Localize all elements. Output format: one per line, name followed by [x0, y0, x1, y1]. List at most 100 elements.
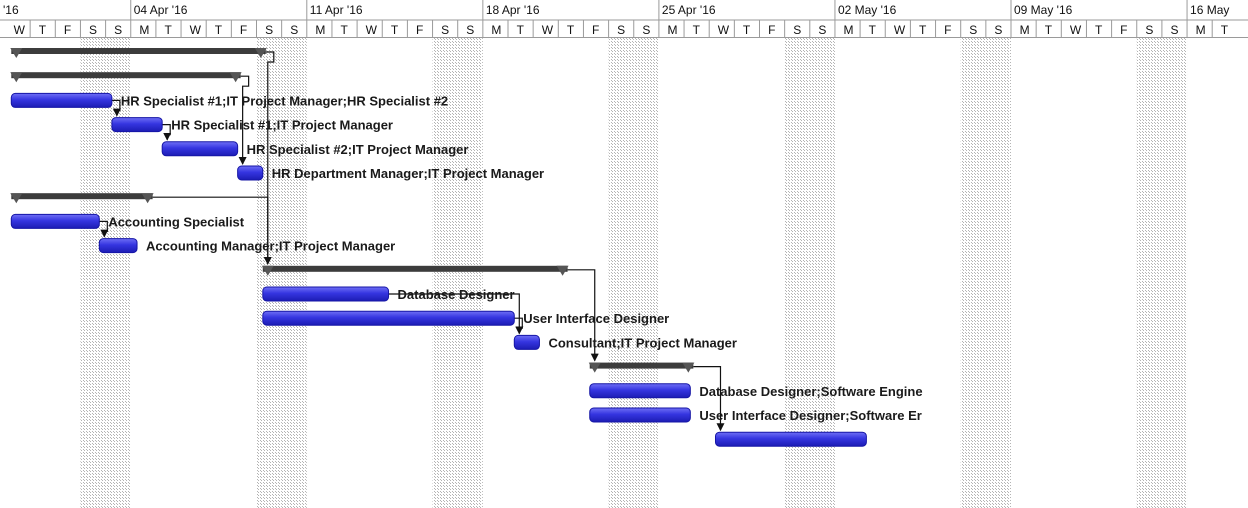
resource-label: Database Designer;Software Engine — [699, 384, 922, 399]
day-label: M — [1196, 23, 1206, 37]
day-label: T — [517, 23, 525, 37]
day-label: S — [265, 23, 273, 37]
nonworking-day-column — [105, 38, 131, 508]
day-label: S — [441, 23, 449, 37]
day-label: T — [743, 23, 751, 37]
task-bar[interactable] — [111, 117, 163, 133]
task-bar[interactable] — [161, 141, 239, 157]
dependency-link — [162, 124, 172, 141]
day-label: F — [592, 23, 599, 37]
day-label: T — [567, 23, 575, 37]
gantt-canvas[interactable]: '16 04 Apr '16 11 Apr '16 18 Apr '16 25 Apr … — [0, 0, 1248, 508]
day-label: M — [139, 23, 149, 37]
day-label: T — [693, 23, 701, 37]
nonworking-day-column — [432, 38, 458, 508]
day-label: S — [89, 23, 97, 37]
resource-label: Accounting Manager;IT Project Manager — [146, 239, 395, 254]
day-label: S — [994, 23, 1002, 37]
nonworking-day-column — [985, 38, 1011, 508]
task-bar[interactable] — [10, 213, 100, 229]
task-bar[interactable] — [10, 92, 113, 108]
nonworking-day-column — [960, 38, 986, 508]
nonworking-days-layer — [80, 38, 1188, 508]
day-label: T — [341, 23, 349, 37]
gantt-chart-view[interactable]: '16 04 Apr '16 11 Apr '16 18 Apr '16 25 Apr … — [0, 0, 1248, 508]
resource-label: User Interface Designer;Software Er — [699, 408, 922, 423]
day-label: S — [466, 23, 474, 37]
summary-bar[interactable] — [262, 265, 568, 272]
day-label: W — [894, 23, 906, 37]
week-label: '16 — [3, 3, 19, 17]
day-label: W — [1070, 23, 1082, 37]
nonworking-day-column — [1136, 38, 1162, 508]
summary-bar[interactable] — [11, 72, 241, 79]
task-bar[interactable] — [589, 407, 691, 423]
nonworking-day-column — [457, 38, 483, 508]
summary-bar[interactable] — [11, 48, 266, 54]
day-label: W — [366, 23, 378, 37]
week-label: 25 Apr '16 — [662, 3, 716, 17]
day-label: M — [667, 23, 677, 37]
nonworking-day-column — [633, 38, 659, 508]
day-label: F — [768, 23, 775, 37]
resource-label: HR Specialist #2;IT Project Manager — [247, 142, 469, 157]
nonworking-day-column — [608, 38, 634, 508]
day-label: S — [1145, 23, 1153, 37]
day-label: F — [1120, 23, 1127, 37]
day-label: T — [1221, 23, 1229, 37]
day-label: S — [969, 23, 977, 37]
day-label: T — [215, 23, 223, 37]
day-label: S — [818, 23, 826, 37]
day-label: M — [1020, 23, 1030, 37]
day-label: S — [642, 23, 650, 37]
day-label: T — [1045, 23, 1053, 37]
task-bar[interactable] — [262, 286, 390, 302]
resource-label: HR Specialist #1;IT Project Manager — [171, 118, 393, 133]
week-label: 18 Apr '16 — [486, 3, 540, 17]
nonworking-day-column — [80, 38, 106, 508]
day-label: M — [315, 23, 325, 37]
day-label: S — [617, 23, 625, 37]
day-label: F — [416, 23, 423, 37]
dependency-link — [514, 317, 524, 335]
day-label: F — [64, 23, 71, 37]
day-label: M — [491, 23, 501, 37]
summary-bar[interactable] — [589, 362, 694, 369]
week-label: 02 May '16 — [838, 3, 897, 17]
nonworking-day-column — [281, 38, 307, 508]
task-bar[interactable] — [714, 431, 867, 447]
task-bar[interactable] — [98, 238, 138, 254]
day-label: T — [1095, 23, 1103, 37]
resource-label: HR Specialist #1;IT Project Manager;HR S… — [121, 93, 448, 108]
task-bar[interactable] — [262, 310, 515, 326]
day-label: S — [793, 23, 801, 37]
dependency-link — [152, 196, 272, 265]
resource-label: HR Department Manager;IT Project Manager — [272, 166, 544, 181]
day-label: W — [14, 23, 26, 37]
resource-label: User Interface Designer — [523, 311, 669, 326]
day-label: T — [391, 23, 399, 37]
day-label: S — [1170, 23, 1178, 37]
task-bar[interactable] — [589, 383, 691, 399]
day-label: W — [190, 23, 202, 37]
day-label: T — [39, 23, 47, 37]
day-label: F — [240, 23, 247, 37]
day-label: W — [718, 23, 730, 37]
day-label: T — [919, 23, 927, 37]
day-label: T — [869, 23, 877, 37]
day-label: M — [844, 23, 854, 37]
task-bar[interactable] — [513, 334, 540, 350]
day-label: F — [944, 23, 951, 37]
day-label: W — [542, 23, 554, 37]
week-label: 09 May '16 — [1014, 3, 1073, 17]
timescale-header: '16 04 Apr '16 11 Apr '16 18 Apr '16 25 Apr … — [0, 0, 1248, 38]
summary-bar[interactable] — [11, 193, 153, 200]
week-label: 04 Apr '16 — [134, 3, 188, 17]
week-label: 16 May — [1190, 3, 1229, 17]
nonworking-day-column — [1161, 38, 1188, 508]
week-label: 11 Apr '16 — [310, 3, 363, 17]
day-label: S — [290, 23, 298, 37]
day-label: T — [164, 23, 172, 37]
task-bar[interactable] — [237, 165, 264, 181]
resource-label: Consultant;IT Project Manager — [548, 335, 737, 350]
